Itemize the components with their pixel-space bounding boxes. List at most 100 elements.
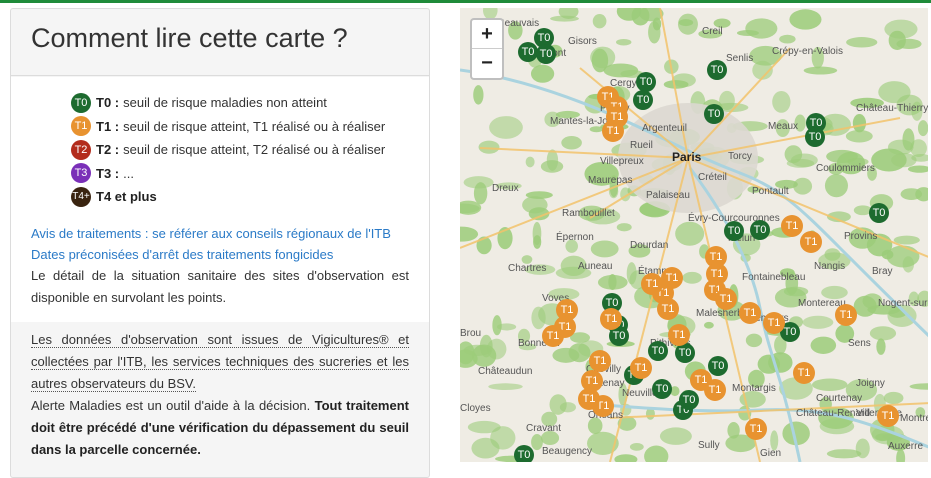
place-label: Auneau <box>578 261 613 272</box>
place-label: Palaiseau <box>646 190 690 201</box>
place-label: Sens <box>848 338 871 349</box>
observation-marker-t0[interactable]: T0 <box>514 445 534 462</box>
t0-badge-icon: T0 <box>71 92 91 113</box>
observation-marker-t0[interactable]: T0 <box>518 42 538 62</box>
observation-marker-t1[interactable]: T1 <box>793 362 815 384</box>
place-label: Montargis <box>732 383 776 394</box>
observation-marker-t1[interactable]: T1 <box>657 298 679 320</box>
forest-patch <box>675 221 705 246</box>
observation-marker-t1[interactable]: T1 <box>630 357 652 379</box>
observation-marker-t1[interactable]: T1 <box>704 379 726 401</box>
place-label: Beauvais <box>498 18 540 29</box>
alert-text: Alerte Maladies est un outil d'aide à la… <box>31 395 409 461</box>
place-label: Creil <box>702 26 723 37</box>
place-label: Nangis <box>814 261 846 272</box>
forest-patch <box>490 426 516 450</box>
forest-patch <box>616 38 632 46</box>
legend-text: seuil de risque atteint, T2 réalisé ou à… <box>123 142 386 158</box>
forest-patch <box>568 343 591 363</box>
observation-marker-t0[interactable]: T0 <box>805 127 825 147</box>
place-label: Villepreux <box>600 156 644 167</box>
forest-patch <box>663 80 689 89</box>
legend-code: T0 : <box>96 95 120 111</box>
observation-marker-t0[interactable]: T0 <box>704 104 724 124</box>
place-label: Fontainebleau <box>742 272 806 283</box>
place-label: Paris <box>672 150 702 164</box>
observation-marker-t0[interactable]: T0 <box>679 390 699 410</box>
forest-patch <box>875 433 894 441</box>
t2-badge-icon: T2 <box>71 139 91 160</box>
legend-code: T2 : <box>96 142 120 158</box>
forest-patch <box>891 152 917 168</box>
observation-marker-t0[interactable]: T0 <box>636 72 656 92</box>
observation-marker-t1[interactable]: T1 <box>668 324 690 346</box>
forest-patch <box>597 274 628 290</box>
place-label: Courtenay <box>816 393 863 404</box>
observation-marker-t1[interactable]: T1 <box>578 388 600 410</box>
place-label: Rambouillet <box>562 208 615 219</box>
observation-marker-t1[interactable]: T1 <box>763 312 785 334</box>
observation-marker-t0[interactable]: T0 <box>707 60 727 80</box>
observation-marker-t0[interactable]: T0 <box>652 379 672 399</box>
place-label: Cravant <box>526 423 562 434</box>
observation-marker-t0[interactable]: T0 <box>648 341 668 361</box>
place-label: Châteaudun <box>478 366 533 377</box>
observation-marker-t1[interactable]: T1 <box>602 120 624 142</box>
map-view[interactable]: Paris Argenteuil Villepreux Maurepas Palaise… <box>460 8 931 462</box>
place-label: Chartres <box>508 263 547 274</box>
place-label: Crépy-en-Valois <box>772 46 843 57</box>
forest-patch <box>460 226 479 242</box>
fungicide-dates-link[interactable]: Dates préconisées d'arrêt des traitement… <box>31 244 409 265</box>
observation-marker-t0[interactable]: T0 <box>750 220 770 240</box>
links-block: Avis de traitements : se référer aux con… <box>31 223 409 265</box>
place-label: Argenteuil <box>642 123 688 134</box>
forest-patch <box>917 120 929 137</box>
zoom-out-button[interactable]: − <box>472 49 502 78</box>
forest-patch <box>853 295 877 317</box>
forest-patch <box>846 37 878 48</box>
legend-code: T3 : <box>96 165 120 181</box>
observation-marker-t1[interactable]: T1 <box>641 273 663 295</box>
forest-patch <box>532 221 542 246</box>
legend-text: ... <box>123 165 134 181</box>
observation-marker-t1[interactable]: T1 <box>800 231 822 253</box>
forest-patch <box>473 182 488 205</box>
zoom-in-button[interactable]: + <box>472 20 502 49</box>
observation-marker-t1[interactable]: T1 <box>542 325 564 347</box>
treatment-notices-link[interactable]: Avis de traitements : se référer aux con… <box>31 223 409 244</box>
observation-marker-t0[interactable]: T0 <box>675 343 695 363</box>
observation-marker-t1[interactable]: T1 <box>877 405 899 427</box>
legend-text: seuil de risque atteint, T1 réalisé ou à… <box>123 118 386 134</box>
place-label: Provins <box>844 231 878 242</box>
observation-marker-t0[interactable]: T0 <box>708 356 728 376</box>
observation-marker-t1[interactable]: T1 <box>781 215 803 237</box>
forest-patch <box>644 445 669 462</box>
sources-abbr: Les données d'observation sont issues de… <box>31 332 409 392</box>
observation-marker-t1[interactable]: T1 <box>739 302 761 324</box>
observation-marker-t0[interactable]: T0 <box>633 90 653 110</box>
alert-plain: Alerte Maladies est un outil d'aide à la… <box>31 398 311 413</box>
sources-text: Les données d'observation sont issues de… <box>31 329 409 395</box>
observation-marker-t0[interactable]: T0 <box>724 221 744 241</box>
place-label: Montreuil <box>900 413 931 424</box>
legend-list: T0 T0 : seuil de risque maladies non att… <box>31 91 409 209</box>
observation-marker-t1[interactable]: T1 <box>835 304 857 326</box>
observation-marker-t0[interactable]: T0 <box>869 203 889 223</box>
observation-marker-t1[interactable]: T1 <box>600 308 622 330</box>
place-label: Brou <box>460 328 482 339</box>
forest-patch <box>902 128 915 151</box>
observation-marker-t1[interactable]: T1 <box>715 288 737 310</box>
legend-panel: Comment lire cette carte ? T0 T0 : seuil… <box>10 8 430 478</box>
place-label: Torcy <box>728 151 752 162</box>
place-label: Senlis <box>726 53 754 64</box>
forest-patch <box>652 17 662 31</box>
forest-patch <box>876 338 886 355</box>
legend-item-t2: T2 T2 : seuil de risque atteint, T2 réal… <box>71 138 409 162</box>
observation-marker-t1[interactable]: T1 <box>589 350 611 372</box>
observation-marker-t0[interactable]: T0 <box>536 44 556 64</box>
legend-item-t0: T0 T0 : seuil de risque maladies non att… <box>71 91 409 115</box>
place-label: Nogent-sur-Seine <box>878 298 931 309</box>
observation-marker-t1[interactable]: T1 <box>745 418 767 440</box>
forest-patch <box>592 14 607 29</box>
forest-patch <box>473 85 484 105</box>
